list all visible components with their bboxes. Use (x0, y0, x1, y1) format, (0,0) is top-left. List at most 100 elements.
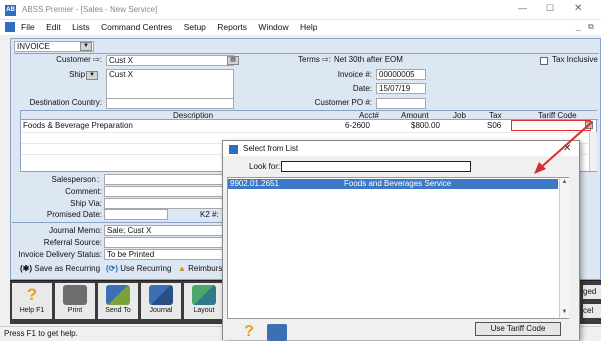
k2-label: K2 #: (200, 210, 219, 219)
menu-help[interactable]: Help (300, 22, 317, 32)
annotation-arrow (534, 121, 593, 174)
layout-button[interactable]: Layout (184, 283, 224, 319)
reimburse-icon: ▲ (178, 264, 186, 273)
dialog-help-icon[interactable]: ? (237, 322, 261, 341)
list-item[interactable]: 9902.01.2651 Foods and Beverages Service (228, 179, 558, 189)
promised-date-field[interactable] (104, 209, 168, 220)
journal-memo-field[interactable]: Sale; Cust X (104, 225, 224, 236)
close-window-button[interactable]: ✕ (574, 3, 588, 14)
menu-file[interactable]: File (21, 22, 35, 32)
customer-field[interactable]: Cust X (106, 55, 234, 66)
use-tariff-code-label: Use Tariff Code (490, 324, 546, 333)
maximize-button[interactable]: ☐ (546, 3, 560, 14)
ship-to-label: Ship to (69, 70, 94, 79)
reimburse-button[interactable]: ▲ Reimburs (178, 264, 222, 273)
print-button[interactable]: Print (55, 283, 95, 319)
date-label: Date: (352, 84, 372, 93)
col-job: Job (453, 111, 466, 120)
menu-window[interactable]: Window (258, 22, 288, 32)
salesperson-field[interactable] (104, 174, 224, 185)
scroll-down-icon[interactable]: ▼ (561, 309, 568, 316)
col-acct: Acct# (359, 111, 380, 120)
help-button[interactable]: ? Help F1 (12, 283, 52, 319)
use-tariff-code-button[interactable]: Use Tariff Code (475, 322, 561, 336)
tax-inclusive-checkbox[interactable] (540, 57, 548, 65)
journal-label: Journal (149, 307, 173, 314)
journal-memo-label: Journal Memo: (49, 226, 102, 235)
dialog-title: Select from List (243, 144, 299, 153)
memo-divider (12, 222, 224, 223)
journal-icon (149, 285, 173, 305)
scroll-up-icon[interactable]: ▲ (561, 179, 568, 186)
journal-button[interactable]: Journal (141, 283, 181, 319)
window-title: ABSS Premier - [Sales - New Service] (22, 5, 158, 14)
mdi-restore-button[interactable]: ⧉ (588, 22, 594, 32)
mdi-minimize-button[interactable]: _ (576, 22, 580, 31)
layout-icon (192, 285, 216, 305)
mdi-app-icon (5, 22, 15, 32)
row-tax[interactable]: S06 (487, 121, 501, 131)
row-amount[interactable]: $800.00 (411, 121, 440, 131)
annotation-arrow-line (537, 121, 593, 171)
menu-bar: File Edit Lists Command Centres Setup Re… (0, 20, 601, 35)
row-description[interactable]: Foods & Beverage Preparation (23, 121, 133, 131)
salesperson-label: Salesperson (51, 175, 96, 184)
use-recurring-button[interactable]: (⟳) Use Recurring (106, 264, 171, 273)
dialog-columns-icon[interactable] (267, 324, 287, 341)
ship-via-field[interactable] (104, 198, 224, 209)
reimburse-label: Reimburs (188, 264, 223, 273)
delivery-status-label: Invoice Delivery Status: (18, 250, 102, 259)
invoice-number-field[interactable]: 00000005 (376, 69, 426, 80)
recurring-icon: (⟳) (106, 264, 119, 273)
ship-to-dropdown-icon[interactable]: ▼ (86, 71, 98, 80)
use-recurring-label: Use Recurring (120, 264, 172, 273)
save-recurring-button[interactable]: (✱) Save as Recurring (20, 264, 100, 273)
record-button-partial[interactable]: ged (583, 285, 601, 299)
send-to-icon (106, 285, 130, 305)
salesperson-colon: : (97, 175, 100, 184)
help-icon: ? (26, 285, 38, 304)
col-amount: Amount (401, 111, 429, 120)
referral-source-field[interactable] (104, 237, 224, 248)
menu-reports[interactable]: Reports (217, 22, 247, 32)
look-for-input[interactable] (281, 161, 471, 172)
ship-to-field[interactable]: Cust X (106, 69, 234, 99)
comment-label: Comment: (65, 187, 102, 196)
list-item-code: 9902.01.2651 (230, 179, 279, 188)
ship-via-label: Ship Via: (70, 199, 102, 208)
customer-po-label: Customer PO #: (314, 98, 372, 107)
destination-country-label: Destination Country: (29, 98, 102, 107)
row-acct[interactable]: 6-2600 (345, 121, 370, 131)
help-label: Help F1 (19, 307, 45, 314)
date-field[interactable]: 15/07/19 (376, 83, 426, 94)
terms-value[interactable]: Net 30th after EOM (334, 55, 403, 65)
menu-setup[interactable]: Setup (184, 22, 206, 32)
comment-field[interactable] (104, 186, 224, 197)
print-label: Print (67, 307, 83, 314)
list-scrollbar[interactable]: ▲ ▼ (559, 178, 569, 318)
customer-po-field[interactable] (376, 98, 426, 109)
send-to-button[interactable]: Send To (98, 283, 138, 319)
customer-label: Customer ⇨: (56, 55, 102, 64)
header-divider (14, 53, 599, 54)
send-to-label: Send To (105, 307, 131, 314)
look-for-label: Look for: (249, 162, 281, 171)
grid-row-line (21, 132, 598, 133)
destination-country-field[interactable] (106, 98, 234, 109)
app-logo-icon: AB (5, 5, 16, 16)
delivery-status-field[interactable]: To be Printed (104, 249, 224, 260)
referral-source-label: Referral Source: (43, 238, 102, 247)
title-bar: AB ABSS Premier - [Sales - New Service] … (0, 0, 601, 20)
menu-command-centres[interactable]: Command Centres (101, 22, 172, 32)
dialog-app-icon (229, 145, 238, 154)
chevron-down-icon[interactable]: ▼ (80, 42, 92, 51)
customer-list-icon[interactable]: ▤ (227, 56, 239, 65)
save-recurring-label: Save as Recurring (34, 264, 101, 273)
menu-lists[interactable]: Lists (72, 22, 89, 32)
cancel-button-partial[interactable]: cel (583, 304, 601, 318)
tariff-list[interactable]: 9902.01.2651 Foods and Beverages Service… (227, 177, 569, 319)
col-tax: Tax (489, 111, 502, 120)
menu-edit[interactable]: Edit (46, 22, 61, 32)
terms-label: Terms ⇨: (298, 55, 331, 64)
minimize-button[interactable]: — (518, 3, 532, 13)
